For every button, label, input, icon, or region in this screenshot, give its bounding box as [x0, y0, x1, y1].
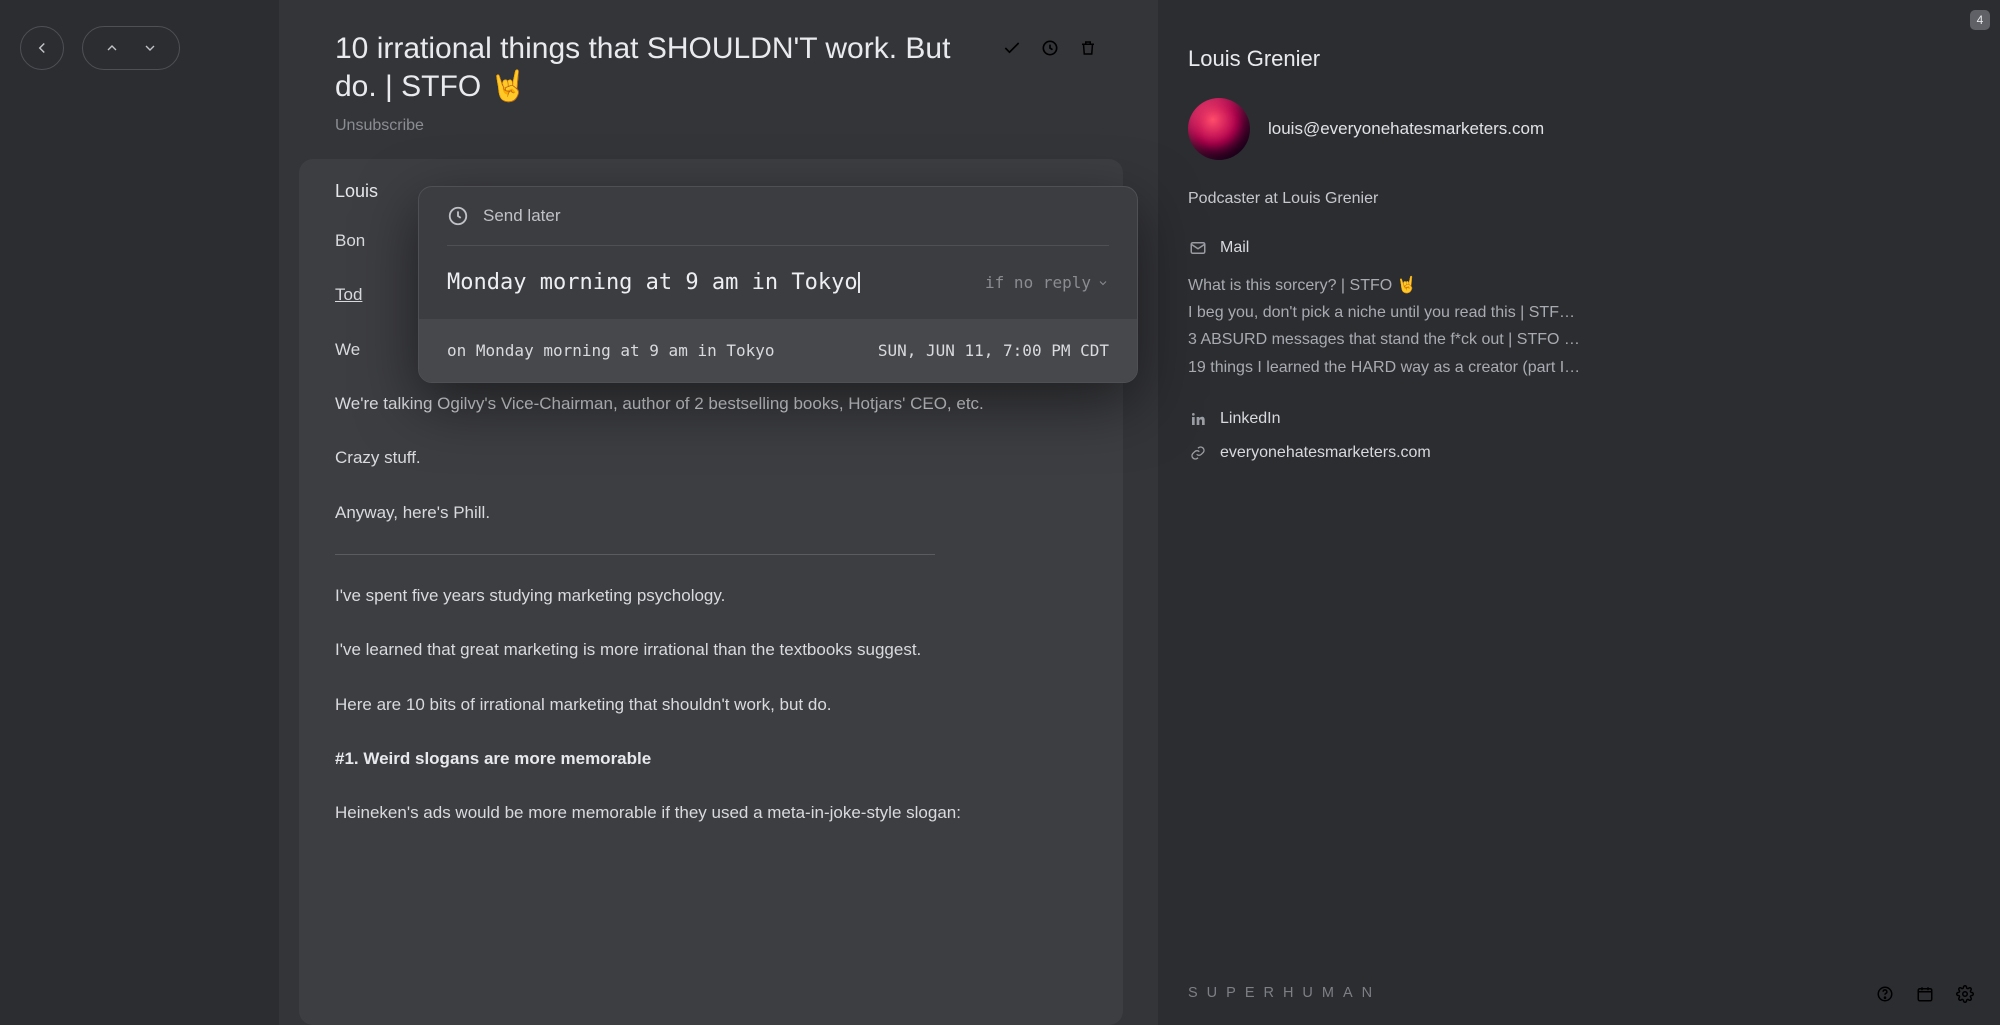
- chevron-down-icon: [142, 40, 158, 56]
- check-icon: [1002, 38, 1022, 58]
- mail-list-item[interactable]: What is this sorcery? | STFO 🤘: [1188, 272, 1970, 299]
- gear-icon: [1956, 985, 1974, 1003]
- body-heading: #1. Weird slogans are more memorable: [335, 746, 1087, 772]
- send-later-input-text: Monday morning at 9 am in Tokyo: [447, 270, 858, 295]
- avatar: [1188, 98, 1250, 160]
- mail-section-header[interactable]: Mail: [1188, 238, 1970, 258]
- body-link[interactable]: Tod: [335, 285, 362, 304]
- suggestion-label: on Monday morning at 9 am in Tokyo: [447, 341, 775, 360]
- if-no-reply-label: if no reply: [985, 273, 1091, 292]
- count-badge[interactable]: 4: [1970, 10, 1990, 30]
- calendar-button[interactable]: [1914, 983, 1936, 1005]
- message-header: 10 irrational things that SHOULDN'T work…: [279, 0, 1158, 135]
- contact-panel: 4 Louis Grenier louis@everyonehatesmarke…: [1158, 0, 2000, 1025]
- website-row[interactable]: everyonehatesmarketers.com: [1188, 443, 1970, 463]
- text-caret: [858, 272, 860, 293]
- message-title: 10 irrational things that SHOULDN'T work…: [335, 30, 998, 105]
- clock-icon: [447, 205, 469, 227]
- send-later-input[interactable]: Monday morning at 9 am in Tokyo: [447, 270, 858, 295]
- mail-list-item[interactable]: 3 ABSURD messages that stand the f*ck ou…: [1188, 326, 1970, 353]
- contact-email: louis@everyonehatesmarketers.com: [1268, 119, 1544, 139]
- body-paragraph: I've spent five years studying marketing…: [335, 583, 1087, 609]
- body-paragraph: Here are 10 bits of irrational marketing…: [335, 692, 1087, 718]
- snooze-button[interactable]: [1036, 34, 1064, 62]
- trash-icon: [1079, 39, 1097, 57]
- mail-icon: [1188, 238, 1208, 258]
- if-no-reply-dropdown[interactable]: if no reply: [985, 273, 1109, 292]
- chevron-down-icon: [1097, 277, 1109, 289]
- mark-done-button[interactable]: [998, 34, 1026, 62]
- settings-button[interactable]: [1954, 983, 1976, 1005]
- suggestion-time: SUN, JUN 11, 7:00 PM CDT: [878, 341, 1109, 360]
- body-paragraph: Crazy stuff.: [335, 445, 1087, 471]
- clock-icon: [1040, 38, 1060, 58]
- trash-button[interactable]: [1074, 34, 1102, 62]
- linkedin-row[interactable]: LinkedIn: [1188, 409, 1970, 429]
- nav-up-down[interactable]: [82, 26, 180, 70]
- brand-wordmark: SUPERHUMAN: [1188, 985, 1381, 1001]
- nav-column: [0, 0, 279, 1025]
- body-paragraph: Anyway, here's Phill.: [335, 500, 1087, 526]
- divider: [335, 554, 935, 555]
- arrow-left-icon: [33, 39, 51, 57]
- popover-header: Send later: [419, 187, 1137, 245]
- help-button[interactable]: [1874, 983, 1896, 1005]
- send-later-popover: Send later Monday morning at 9 am in Tok…: [418, 186, 1138, 383]
- body-paragraph: Heineken's ads would be more memorable i…: [335, 800, 1087, 826]
- back-button[interactable]: [20, 26, 64, 70]
- mail-list-item[interactable]: I beg you, don't pick a niche until you …: [1188, 299, 1970, 326]
- calendar-icon: [1916, 985, 1934, 1003]
- mail-list: What is this sorcery? | STFO 🤘 I beg you…: [1188, 272, 1970, 381]
- linkedin-label: LinkedIn: [1220, 410, 1281, 428]
- message-column: 10 irrational things that SHOULDN'T work…: [279, 0, 1158, 1025]
- mail-list-item[interactable]: 19 things I learned the HARD way as a cr…: [1188, 354, 1970, 381]
- mail-label: Mail: [1220, 239, 1249, 257]
- body-paragraph: We're talking Ogilvy's Vice-Chairman, au…: [335, 391, 1087, 417]
- footer-icons: [1874, 983, 1976, 1005]
- sender-name: Louis: [335, 181, 378, 202]
- contact-role: Podcaster at Louis Grenier: [1188, 190, 1970, 208]
- body-paragraph: I've learned that great marketing is mor…: [335, 637, 1087, 663]
- send-later-suggestion[interactable]: on Monday morning at 9 am in Tokyo SUN, …: [419, 319, 1137, 382]
- linkedin-icon: [1188, 409, 1208, 429]
- unsubscribe-link[interactable]: Unsubscribe: [335, 117, 1102, 135]
- message-title-actions: [998, 30, 1102, 62]
- popover-label: Send later: [483, 206, 561, 226]
- chevron-up-icon: [104, 40, 120, 56]
- website-link: everyonehatesmarketers.com: [1220, 444, 1431, 462]
- link-icon: [1188, 443, 1208, 463]
- contact-name: Louis Grenier: [1188, 46, 1970, 72]
- help-icon: [1876, 985, 1894, 1003]
